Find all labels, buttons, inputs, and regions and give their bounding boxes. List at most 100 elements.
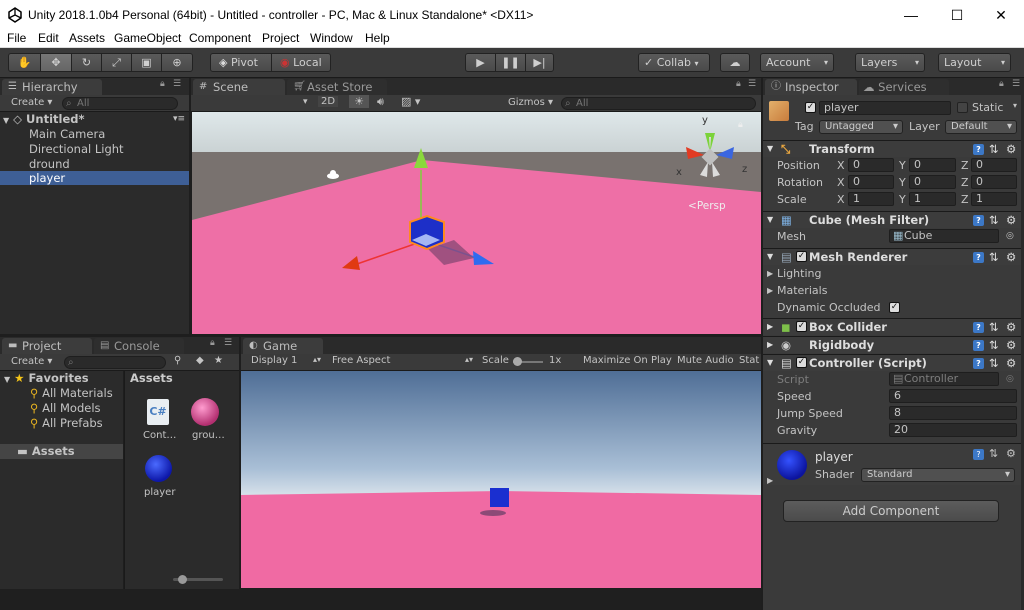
step-button[interactable]: ▶| [525,53,554,72]
active-checkbox[interactable]: ✓ [805,102,816,113]
preset-icon[interactable]: ⇅ [989,319,999,335]
menu-window[interactable]: Window [310,31,353,45]
rigidbody-header[interactable]: ▶ ◉ Rigidbody ? ⇅ ⚙ [763,336,1021,353]
materials-foldout[interactable]: ▶ Materials [763,282,1021,299]
help-icon[interactable]: ? [973,340,984,351]
project-create-button[interactable]: Create ▾ [11,356,52,367]
pivot-toggle[interactable]: ◈ Pivot [210,53,272,72]
scale-y-field[interactable]: 1 [909,192,956,206]
account-dropdown[interactable]: Account ▾ [760,53,834,72]
preset-icon[interactable]: ⇅ [989,212,999,228]
gear-icon[interactable]: ⚙ [1006,447,1016,460]
maximize-on-play-toggle[interactable]: Maximize On Play [583,355,672,366]
hierarchy-create-button[interactable]: Create ▾ [11,97,52,108]
mesh-filter-header[interactable]: ▼ ▦ Cube (Mesh Filter) ? ⇅ ⚙ [763,211,1021,228]
tag-icon[interactable]: ◆ [196,355,204,366]
effects-dropdown[interactable]: ▨ ▾ [401,95,420,108]
player-cube[interactable] [409,214,445,251]
position-y-field[interactable]: 0 [909,158,956,172]
controller-enabled-checkbox[interactable]: ✓ [796,357,807,368]
panel-menu-icon[interactable]: ☰ [1012,79,1020,89]
favorites-folder[interactable]: ▼ ★ Favorites [4,371,89,386]
jump-speed-field[interactable]: 8 [889,406,1017,420]
preset-icon[interactable]: ⇅ [989,141,999,157]
help-icon[interactable]: ? [973,144,984,155]
scale-slider[interactable] [513,357,543,366]
gear-icon[interactable]: ⚙ [1006,355,1016,371]
shading-mode-dropdown[interactable]: ▾ [303,97,308,107]
gear-icon[interactable]: ⚙ [1006,212,1016,228]
position-z-field[interactable]: 0 [971,158,1017,172]
object-picker-icon[interactable]: ◎ [1006,228,1014,245]
favorite-item[interactable]: ⚲ All Prefabs [30,416,103,431]
box-collider-header[interactable]: ▶ ◼ ✓ Box Collider ? ⇅ ⚙ [763,318,1021,335]
rotation-y-field[interactable]: 0 [909,175,956,189]
help-icon[interactable]: ? [973,358,984,369]
thumbnail-size-slider[interactable] [173,575,223,584]
rotation-z-field[interactable]: 0 [971,175,1017,189]
panel-menu-icon[interactable]: ☰ [748,79,756,89]
preset-icon[interactable]: ⇅ [989,447,998,460]
add-component-button[interactable]: Add Component [783,500,999,522]
filter-type-icon[interactable]: ⚲ [174,355,181,366]
layout-dropdown[interactable]: Layout ▾ [938,53,1011,72]
layer-dropdown[interactable]: Default ▾ [945,120,1017,134]
menu-help[interactable]: Help [365,31,390,45]
help-icon[interactable]: ? [973,449,984,460]
scene-search-input[interactable]: ⌕ All [561,97,756,110]
shader-dropdown[interactable]: Standard ▾ [861,468,1015,482]
preset-icon[interactable]: ⇅ [989,249,999,265]
preset-icon[interactable]: ⇅ [989,355,999,371]
scale-tool-button[interactable]: ⤢ [101,53,132,72]
gizmo-lock-icon[interactable]: 🔒︎ [738,120,743,130]
hierarchy-item-player[interactable]: player [0,171,189,185]
hand-tool-button[interactable]: ✋ [8,53,41,72]
play-button[interactable]: ▶ [465,53,496,72]
hierarchy-search-input[interactable]: ⌕ All [62,97,178,110]
panel-menu-icon[interactable]: ☰ [173,79,181,89]
hierarchy-item-directional-light[interactable]: Directional Light [29,142,124,157]
material-sphere-icon[interactable] [191,398,219,426]
transform-tool-button[interactable]: ⊕ [161,53,193,72]
stats-toggle[interactable]: Stat [739,355,759,366]
rotation-x-field[interactable]: 0 [848,175,894,189]
lock-icon[interactable]: 🔒︎ [210,338,215,348]
menu-file[interactable]: File [7,31,26,45]
layers-dropdown[interactable]: Layers ▾ [855,53,925,72]
lighting-foldout[interactable]: ▶ Lighting [763,265,1021,282]
preset-icon[interactable]: ⇅ [989,337,999,353]
move-tool-button[interactable]: ✥ [40,53,72,72]
scene-root[interactable]: ▼ ◇ Untitled* ▾≡ [3,112,189,127]
controller-header[interactable]: ▼ ▤ ✓ Controller (Script) ? ⇅ ⚙ [763,354,1021,371]
object-name-field[interactable]: player [819,101,951,115]
help-icon[interactable]: ? [973,215,984,226]
hierarchy-item-main-camera[interactable]: Main Camera [29,127,105,142]
mesh-renderer-enabled-checkbox[interactable]: ✓ [796,251,807,262]
assets-folder[interactable]: ▬ Assets [0,444,123,459]
aspect-dropdown[interactable]: Free Aspect [332,355,390,366]
rect-tool-button[interactable]: ▣ [131,53,162,72]
display-dropdown[interactable]: Display 1 ▴▾ [251,355,321,366]
static-dropdown-icon[interactable]: ▾ [1013,101,1017,110]
scene-viewport[interactable]: y x z <Persp 🔒︎ [192,112,761,334]
lock-icon[interactable]: 🔒︎ [736,79,741,89]
panel-menu-icon[interactable]: ▾≡ [173,112,185,127]
box-collider-enabled-checkbox[interactable]: ✓ [796,321,807,332]
lock-icon[interactable]: 🔒︎ [999,79,1004,89]
lighting-toggle[interactable]: ☀ [349,95,369,108]
tab-game[interactable]: ◐ Game [243,338,323,355]
star-icon[interactable]: ★ [214,355,223,366]
material-sphere-icon[interactable] [145,455,172,482]
lock-icon[interactable]: 🔒︎ [160,79,165,89]
tab-inspector[interactable]: ⓘ Inspector [765,79,857,96]
favorite-item[interactable]: ⚲ All Materials [30,386,113,401]
audio-toggle[interactable]: 🔊︎ [377,95,384,109]
rotate-tool-button[interactable]: ↻ [71,53,102,72]
help-icon[interactable]: ? [973,322,984,333]
mesh-field[interactable]: ▦ Cube [889,229,999,243]
gravity-field[interactable]: 20 [889,423,1017,437]
menu-project[interactable]: Project [262,31,299,45]
tab-console[interactable]: ▤ Console [94,338,184,355]
game-viewport[interactable] [241,371,761,588]
position-x-field[interactable]: 0 [848,158,894,172]
